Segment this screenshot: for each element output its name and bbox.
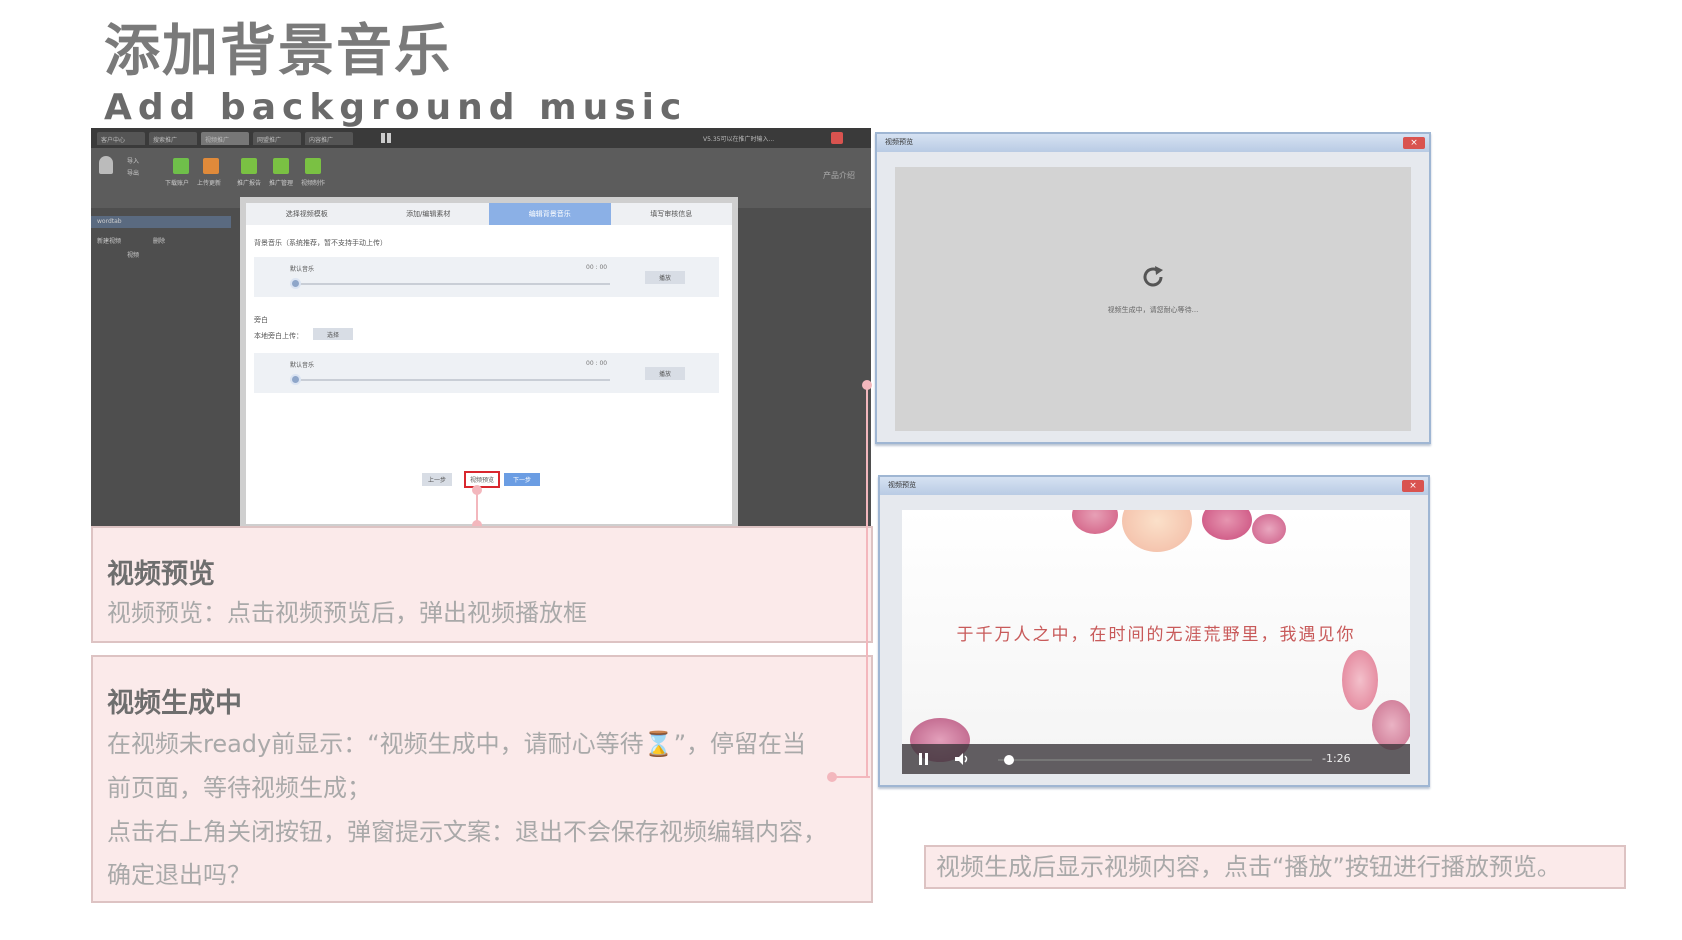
flower-decoration (1202, 510, 1252, 540)
video-time-remaining: -1:26 (1322, 752, 1351, 765)
manage-icon[interactable] (273, 158, 289, 174)
flower-decoration (1342, 650, 1378, 710)
step-edit-material: 添加/编辑素材 (406, 210, 451, 218)
video-player[interactable]: 于千万人之中，在时间的无涯荒野里，我遇见你 -1:26 (902, 510, 1410, 774)
window-2-title: 视频预览 (888, 481, 916, 489)
track-2-name: 默认音乐 (290, 362, 315, 369)
toolbar-video-label: 视频制作 (301, 180, 326, 187)
notification-icon[interactable] (831, 132, 843, 144)
video-make-icon[interactable] (305, 158, 321, 174)
music-dialog: 选择视频模板 添加/编辑素材 编辑背景音乐 填写审核信息 背景音乐（系统推荐，暂… (240, 197, 738, 530)
flower-decoration (1122, 510, 1192, 552)
report-icon[interactable] (241, 158, 257, 174)
local-upload-label: 本地旁白上传： (254, 332, 303, 340)
import-button[interactable]: 导入 (127, 156, 139, 165)
video-progress-track[interactable] (998, 759, 1312, 761)
info-preview-body: 视频预览：点击视频预览后，弹出视频播放框 (107, 599, 587, 627)
flower-decoration (1072, 510, 1118, 534)
toolbar-upload-label: 上传更新 (197, 180, 222, 187)
prev-step-button[interactable]: 上一步 (422, 473, 452, 486)
product-intro-link[interactable]: 产品介绍 (823, 170, 855, 181)
grid-icon[interactable] (381, 133, 391, 143)
video-preview-button[interactable]: 视频预览 (464, 471, 500, 488)
toolbar-manage-label: 推广管理 (269, 180, 294, 187)
toolbar-report-label: 推广报告 (237, 180, 262, 187)
download-icon[interactable] (173, 158, 189, 174)
step-edit-music: 编辑背景音乐 (489, 203, 611, 225)
info-generating-line-1: 在视频未ready前显示：“视频生成中，请耐心等待⌛”，停留在当 (107, 730, 806, 758)
step-review-info: 填写审核信息 (650, 210, 693, 218)
connector-line (866, 384, 868, 778)
track-1-progress[interactable] (290, 283, 610, 285)
track-2-time: 00 : 00 (586, 360, 608, 367)
narration-label: 旁白 (254, 316, 268, 324)
upload-icon[interactable] (203, 158, 219, 174)
video-control-bar: -1:26 (902, 744, 1410, 774)
info-generating-line-4: 确定退出吗？ (107, 861, 251, 889)
info-generating-line-2: 前页面，等待视频生成； (107, 774, 371, 802)
flower-decoration (1252, 514, 1286, 544)
reload-icon (1143, 266, 1163, 287)
video-lyric-text: 于千万人之中，在时间的无涯荒野里，我遇见你 (956, 625, 1356, 645)
choose-file-button[interactable]: 选择 (313, 328, 353, 340)
track-1-name: 默认音乐 (290, 266, 315, 273)
connector-dot (862, 380, 872, 390)
tab-video-promo[interactable]: 视频推广 (201, 132, 249, 145)
info-box-generating: 视频生成中 在视频未ready前显示：“视频生成中，请耐心等待⌛”，停留在当 前… (91, 655, 873, 903)
step-bar: 选择视频模板 添加/编辑素材 编辑背景音乐 填写审核信息 (246, 203, 732, 225)
window-1-titlebar: 视频预览 (877, 134, 1429, 152)
track-1-play-button[interactable]: 播放 (645, 271, 685, 284)
bg-music-label: 背景音乐（系统推荐，暂不支持手动上传） (254, 239, 387, 247)
window-1-close-button[interactable]: × (1403, 137, 1425, 149)
info-generating-heading: 视频生成中 (107, 688, 242, 719)
info-box-preview: 视频预览 视频预览：点击视频预览后，弹出视频播放框 (91, 526, 873, 643)
track-1-knob[interactable] (290, 278, 301, 289)
window-2-close-button[interactable]: × (1402, 480, 1424, 492)
info-generating-line-3: 点击右上角关闭按钮，弹窗提示文案：退出不会保存视频编辑内容， (107, 818, 827, 846)
pause-icon[interactable] (918, 753, 930, 765)
connector-line (832, 776, 870, 778)
video-progress-knob[interactable] (1004, 755, 1015, 765)
info-preview-heading: 视频预览 (107, 559, 215, 590)
step-select-template: 选择视频模板 (285, 210, 328, 218)
track-2-knob[interactable] (290, 374, 301, 385)
app-screenshot: 客户中心 搜索推广 视频推广 网盟推广 内容推广 V5.35可以在推广时输入..… (91, 128, 871, 534)
window-2-titlebar: 视频预览 (880, 477, 1428, 495)
loading-text: 视频生成中，请您耐心等待... (1107, 306, 1199, 314)
track-1-time: 00 : 00 (586, 264, 608, 271)
page-title: 添加背景音乐 (104, 19, 452, 84)
preview-caption: 视频生成后显示视频内容，点击“播放”按钮进行播放预览。 (924, 845, 1626, 889)
account-status: V5.35可以在推广时输入... (703, 136, 775, 143)
page-subtitle: Add background music (104, 87, 688, 128)
window-1-body: 视频生成中，请您耐心等待... (895, 167, 1411, 431)
tab-customer-center[interactable]: 客户中心 (97, 132, 145, 145)
flower-decoration (1372, 700, 1410, 750)
preview-window-loading: 视频预览 × 视频生成中，请您耐心等待... (875, 132, 1431, 444)
music-track-1: 默认音乐 00 : 00 播放 (254, 257, 719, 297)
track-2-progress[interactable] (290, 379, 610, 381)
delete-button[interactable]: 删除 (147, 234, 207, 246)
window-1-title: 视频预览 (885, 138, 913, 146)
music-track-2: 默认音乐 00 : 00 播放 (254, 353, 719, 393)
tab-content-promo[interactable]: 内容推广 (305, 132, 353, 145)
tab-network-promo[interactable]: 网盟推广 (253, 132, 301, 145)
tab-search-promo[interactable]: 搜索推广 (149, 132, 197, 145)
next-step-button[interactable]: 下一步 (504, 473, 540, 486)
export-button[interactable]: 导出 (127, 168, 139, 177)
preview-window-video: 视频预览 × 于千万人之中，在时间的无涯荒野里，我遇见你 -1:26 (878, 475, 1430, 787)
toolbar-download-label: 下载账户 (165, 180, 190, 187)
app-topbar: 客户中心 搜索推广 视频推广 网盟推广 内容推广 V5.35可以在推广时输入..… (91, 128, 871, 148)
account-selector[interactable]: wordtab (91, 216, 231, 228)
track-2-play-button[interactable]: 播放 (645, 367, 685, 380)
volume-icon[interactable] (954, 752, 970, 766)
avatar (99, 156, 113, 174)
